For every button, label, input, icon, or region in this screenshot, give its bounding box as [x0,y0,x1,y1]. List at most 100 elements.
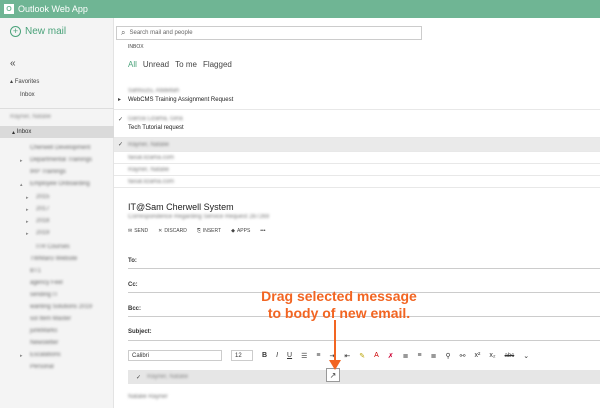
favorites-inbox[interactable]: Inbox [20,92,35,98]
send-button[interactable]: ✉ SEND [128,228,148,234]
folder-item[interactable]: Cherwell Development [30,145,90,151]
main-pane: ⌕ Search mail and people INBOX All Unrea… [114,18,600,408]
bold-button[interactable]: B [262,352,267,359]
subscript-button[interactable]: x₂ [489,352,495,359]
to-field[interactable] [128,268,600,269]
strikethrough-button[interactable]: abc [505,353,515,359]
folder-item[interactable]: BT1 [30,268,41,274]
account-name[interactable]: Rayner, Natalie [10,114,51,120]
expand-icon[interactable]: ▸ [20,158,23,164]
subject-field[interactable] [128,340,600,341]
message-sender: faisal.lizama.com [128,179,175,185]
folder-item[interactable]: Personal [30,364,54,370]
folder-item[interactable]: TWMarci Website [30,256,77,262]
bullets-icon[interactable]: ☰ [301,352,307,360]
paperclip-icon: ⎘ [196,228,201,234]
align-left-icon[interactable]: ≣ [403,352,409,360]
expand-icon[interactable]: ▸ [20,353,23,359]
folder-item[interactable]: Departmental Trainings [30,157,92,163]
discard-button[interactable]: ✕ DISCARD [158,228,187,234]
message-subject: WebCMS Training Assignment Request [128,97,234,103]
filter-unread[interactable]: Unread [143,60,169,69]
plus-icon: + [10,26,21,37]
send-label: SEND [134,228,149,234]
expand-icon[interactable]: ▸ [26,195,29,201]
filter-to-me[interactable]: To me [175,60,197,69]
search-input[interactable]: ⌕ Search mail and people [116,26,422,40]
size-select[interactable]: 12 [231,350,253,361]
expand-icon[interactable]: ▸ [26,207,29,213]
message-item[interactable]: Sahlsuzu, Abdellah ▸ WebCMS Training Ass… [114,82,600,110]
message-item[interactable]: Rayner, Natalie [114,164,600,176]
italic-button[interactable]: I [276,352,278,359]
filter-bar: All Unread To me Flagged [128,60,232,69]
compose-subtitle: Correspondence Regarding Service Request… [128,214,270,220]
apps-icon: ◆ [231,228,235,234]
message-sender: faisal.lizama.com [128,155,175,161]
drag-cursor-icon: ↗ [326,368,340,382]
folder-item[interactable]: agency Feel [30,280,63,286]
collapse-icon[interactable]: ▴ [20,182,23,188]
filter-all[interactable]: All [128,60,137,69]
folder-item[interactable]: 2019 [36,230,49,236]
underline-button[interactable]: U [287,352,292,359]
arrow-down-icon [329,360,341,370]
folder-inbox-label: Inbox [16,129,32,135]
font-select[interactable]: Calibri [128,350,222,361]
folder-item[interactable]: 2018 [36,218,49,224]
check-icon: ✓ [118,142,124,148]
check-icon: ✓ [136,374,142,381]
folder-pane: + New mail « ▴ Favorites Inbox Rayner, N… [0,18,114,408]
folder-item[interactable]: ITR Courses [36,244,70,250]
message-sender: Garcia Lizama, Gina [128,116,183,122]
attached-message[interactable]: ✓ Rayner, Natalie [128,370,600,384]
folder-item[interactable]: 2017 [36,206,49,212]
expand-icon[interactable]: ▸ [26,231,29,237]
clear-format-icon[interactable]: ✗ [388,352,394,360]
message-item-selected[interactable]: ✓ Rayner, Natalie [114,138,600,152]
app-header: O Outlook Web App [0,0,600,18]
font-color-icon[interactable]: A [374,352,379,359]
check-icon: ✓ [118,117,124,123]
folder-item[interactable]: 2015 [36,194,49,200]
bcc-label: Bcc: [128,306,142,312]
message-item[interactable]: faisal.lizama.com [114,176,600,188]
expand-icon[interactable]: ▸ [26,219,29,225]
folder-item[interactable]: Newsletter [30,340,58,346]
filter-flagged[interactable]: Flagged [203,60,232,69]
folder-title: INBOX [128,44,144,50]
attached-sender: Rayner, Natalie [147,374,189,380]
apps-button[interactable]: ◆ APPS [231,228,250,234]
outdent-icon[interactable]: ⇤ [344,352,350,360]
chevron-down-icon[interactable]: ⌄ [523,352,529,360]
align-right-icon[interactable]: ≣ [431,352,437,360]
message-item[interactable]: Garcia Lizama, Gina ✓ Tech Tutorial requ… [114,110,600,138]
folder-item[interactable]: sending IT [30,292,58,298]
favorites-header[interactable]: ▴ Favorites [10,78,39,85]
folder-item[interactable]: Employee Onboarding [30,181,90,187]
folder-item[interactable]: sol Item Master [30,316,71,322]
numbering-icon[interactable]: ≡ [316,352,320,359]
annotation: Drag selected message to body of new ema… [234,288,444,322]
new-mail-button[interactable]: + New mail [10,26,66,37]
link-icon[interactable]: ⚲ [445,352,450,360]
folder-item[interactable]: junkMarks [30,328,57,334]
folder-inbox[interactable]: ▴ Inbox [0,126,114,138]
more-button[interactable]: ••• [260,228,265,234]
folder-item[interactable]: wanting Solutions 2019 [30,304,92,310]
folder-item[interactable]: Escalations [30,352,61,358]
outlook-logo-icon: O [4,4,14,14]
message-subject: Tech Tutorial request [128,125,184,131]
collapse-pane-icon[interactable]: « [10,58,16,69]
superscript-button[interactable]: x² [474,352,480,359]
highlight-icon[interactable]: ✎ [359,352,365,360]
message-item[interactable]: faisal.lizama.com [114,152,600,164]
unlink-icon[interactable]: ⚯ [460,352,466,360]
folder-item[interactable]: IRP Trainings [30,169,66,175]
apps-label: APPS [236,228,251,234]
insert-button[interactable]: ⎘ INSERT [197,228,221,234]
close-icon: ✕ [158,228,163,234]
send-icon: ✉ [128,228,133,234]
align-center-icon[interactable]: ≡ [418,352,422,359]
compose-title: IT@Sam Cherwell System [128,202,234,212]
